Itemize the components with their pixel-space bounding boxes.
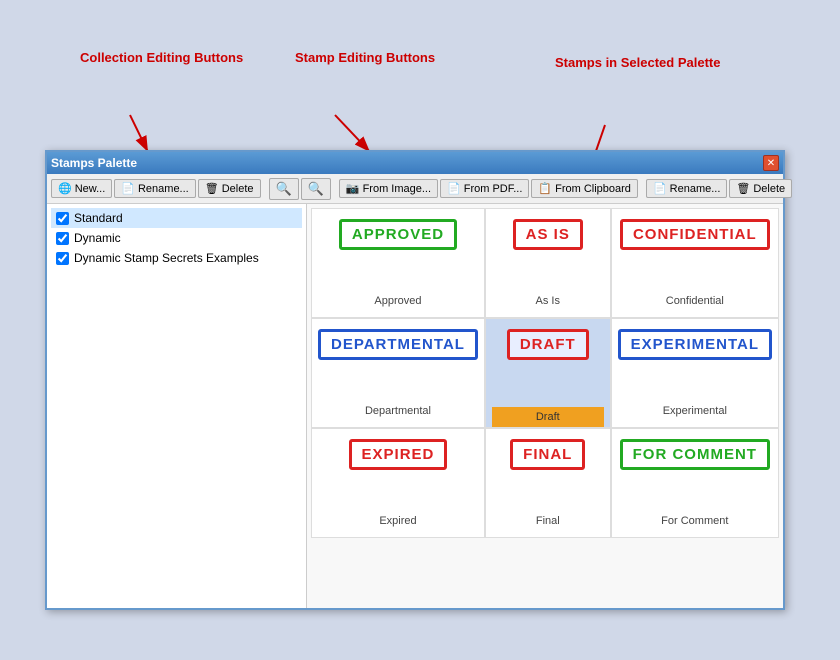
stamp-cell-confidential[interactable]: CONFIDENTIAL Confidential bbox=[611, 208, 779, 318]
zoom-out-icon: 🔍 bbox=[308, 181, 324, 197]
rename-stamp-button[interactable]: 📄 Rename... bbox=[646, 179, 727, 198]
collection-editing-label: Collection Editing Buttons bbox=[80, 50, 243, 67]
draft-label: Draft bbox=[492, 407, 604, 427]
stamp-cell-departmental[interactable]: DEPARTMENTAL Departmental bbox=[311, 318, 485, 428]
departmental-stamp: DEPARTMENTAL bbox=[318, 329, 478, 360]
sidebar-item-dynamic-secrets[interactable]: Dynamic Stamp Secrets Examples bbox=[51, 248, 302, 268]
approved-label: Approved bbox=[374, 291, 421, 311]
titlebar: Stamps Palette ✕ bbox=[47, 152, 783, 174]
window-title: Stamps Palette bbox=[51, 156, 137, 170]
experimental-stamp: EXPERIMENTAL bbox=[618, 329, 772, 360]
image-icon: 📷 bbox=[346, 182, 360, 195]
content-area: Standard Dynamic Dynamic Stamp Secrets E… bbox=[47, 204, 783, 608]
sidebar-item-dynamic[interactable]: Dynamic bbox=[51, 228, 302, 248]
dynamic-checkbox[interactable] bbox=[56, 232, 69, 245]
delete-label: Delete bbox=[222, 183, 254, 195]
final-label: Final bbox=[536, 511, 560, 531]
new-label: New... bbox=[75, 183, 106, 195]
from-pdf-button[interactable]: 📄 From PDF... bbox=[440, 179, 529, 198]
sidebar: Standard Dynamic Dynamic Stamp Secrets E… bbox=[47, 204, 307, 608]
standard-label: Standard bbox=[74, 211, 123, 225]
experimental-label: Experimental bbox=[663, 401, 727, 421]
stamp-cell-final[interactable]: FINAL Final bbox=[485, 428, 611, 538]
for-comment-stamp: FOR COMMENT bbox=[620, 439, 770, 470]
as-is-stamp: AS IS bbox=[513, 219, 583, 250]
stamp-cell-draft[interactable]: DRAFT Draft bbox=[485, 318, 611, 428]
stamps-in-palette-label: Stamps in Selected Palette bbox=[555, 55, 720, 72]
rename-stamp-icon: 📄 bbox=[653, 182, 667, 195]
delete-stamp-icon: 🗑 bbox=[736, 182, 750, 195]
stamp-editing-label: Stamp Editing Buttons bbox=[295, 50, 435, 67]
rename-label: Rename... bbox=[138, 183, 189, 195]
stamp-grid: APPROVED Approved AS IS As Is CONFIDENTI… bbox=[311, 208, 779, 538]
from-pdf-label: From PDF... bbox=[464, 183, 523, 195]
expired-label: Expired bbox=[379, 511, 416, 531]
zoom-in-icon: 🔍 bbox=[276, 181, 292, 197]
expired-stamp: EXPIRED bbox=[349, 439, 448, 470]
for-comment-label: For Comment bbox=[661, 511, 728, 531]
stamp-cell-approved[interactable]: APPROVED Approved bbox=[311, 208, 485, 318]
stamp-cell-experimental[interactable]: EXPERIMENTAL Experimental bbox=[611, 318, 779, 428]
approved-stamp: APPROVED bbox=[339, 219, 457, 250]
new-icon: 🌐 bbox=[58, 182, 72, 195]
zoom-in-button[interactable]: 🔍 bbox=[269, 178, 299, 200]
stamp-cell-as-is[interactable]: AS IS As Is bbox=[485, 208, 611, 318]
stamps-palette-window: Stamps Palette ✕ 🌐 New... 📄 Rename... 🗑 … bbox=[45, 150, 785, 610]
from-image-button[interactable]: 📷 From Image... bbox=[339, 179, 438, 198]
new-collection-button[interactable]: 🌐 New... bbox=[51, 179, 112, 198]
dynamic-label: Dynamic bbox=[74, 231, 121, 245]
confidential-label: Confidential bbox=[666, 291, 724, 311]
delete-icon: 🗑 bbox=[205, 182, 219, 195]
as-is-label: As Is bbox=[536, 291, 560, 311]
departmental-label: Departmental bbox=[365, 401, 431, 421]
sidebar-item-standard[interactable]: Standard bbox=[51, 208, 302, 228]
rename-icon: 📄 bbox=[121, 182, 135, 195]
pdf-icon: 📄 bbox=[447, 182, 461, 195]
rename-collection-button[interactable]: 📄 Rename... bbox=[114, 179, 195, 198]
clipboard-icon: 📋 bbox=[538, 182, 552, 195]
delete-collection-button[interactable]: 🗑 Delete bbox=[198, 179, 261, 198]
delete-stamp-button[interactable]: 🗑 Delete bbox=[729, 179, 792, 198]
standard-checkbox[interactable] bbox=[56, 212, 69, 225]
dynamic-secrets-label: Dynamic Stamp Secrets Examples bbox=[74, 251, 259, 265]
confidential-stamp: CONFIDENTIAL bbox=[620, 219, 770, 250]
from-clipboard-label: From Clipboard bbox=[555, 183, 631, 195]
draft-stamp: DRAFT bbox=[507, 329, 589, 360]
rename-stamp-label: Rename... bbox=[670, 183, 721, 195]
from-clipboard-button[interactable]: 📋 From Clipboard bbox=[531, 179, 638, 198]
from-image-label: From Image... bbox=[363, 183, 431, 195]
stamp-area: APPROVED Approved AS IS As Is CONFIDENTI… bbox=[307, 204, 783, 608]
dynamic-secrets-checkbox[interactable] bbox=[56, 252, 69, 265]
delete-stamp-label: Delete bbox=[753, 183, 785, 195]
stamp-cell-expired[interactable]: EXPIRED Expired bbox=[311, 428, 485, 538]
toolbar: 🌐 New... 📄 Rename... 🗑 Delete 🔍 🔍 📷 From… bbox=[47, 174, 783, 204]
close-button[interactable]: ✕ bbox=[763, 155, 779, 171]
zoom-out-button[interactable]: 🔍 bbox=[301, 178, 331, 200]
final-stamp: FINAL bbox=[510, 439, 585, 470]
stamp-cell-for-comment[interactable]: FOR COMMENT For Comment bbox=[611, 428, 779, 538]
